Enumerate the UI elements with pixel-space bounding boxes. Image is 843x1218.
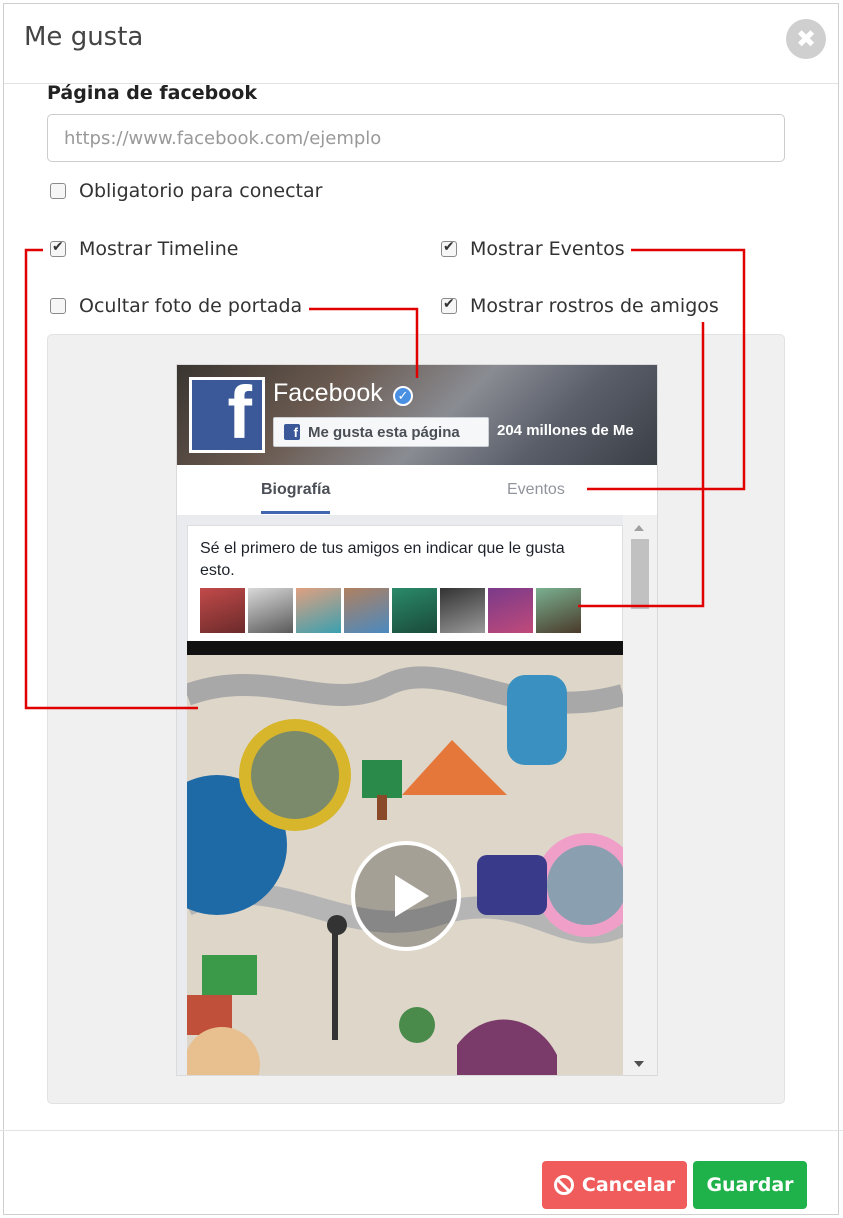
save-button[interactable]: Guardar bbox=[693, 1161, 807, 1209]
friend-avatar[interactable] bbox=[536, 588, 581, 633]
tab-timeline[interactable]: Biografía bbox=[261, 481, 331, 514]
post-video-thumbnail[interactable] bbox=[187, 655, 623, 1075]
checkbox-show-events-label: Mostrar Eventos bbox=[470, 238, 625, 260]
scroll-up-icon[interactable] bbox=[634, 525, 644, 531]
like-page-label: Me gusta esta página bbox=[308, 423, 460, 441]
facebook-logo-icon: f bbox=[189, 377, 265, 453]
checkbox-hide-cover-box[interactable] bbox=[50, 298, 66, 314]
verified-badge-icon: ✓ bbox=[393, 386, 413, 406]
checkbox-show-faces-label: Mostrar rostros de amigos bbox=[470, 295, 719, 317]
post-header-bar bbox=[187, 641, 623, 655]
friend-avatar[interactable] bbox=[296, 588, 341, 633]
checkbox-required-label: Obligatorio para conectar bbox=[79, 180, 323, 202]
play-icon bbox=[395, 875, 429, 917]
play-video-button[interactable] bbox=[351, 841, 461, 951]
plugin-tabs: Biografía Eventos bbox=[177, 465, 657, 515]
friend-avatar[interactable] bbox=[344, 588, 389, 633]
friend-avatar[interactable] bbox=[248, 588, 293, 633]
checkbox-required-box[interactable] bbox=[50, 183, 66, 199]
hide-cover-checkbox[interactable]: Ocultar foto de portada bbox=[50, 295, 302, 317]
modal-footer: Cancelar Guardar bbox=[0, 1130, 843, 1212]
page-url-label: Página de facebook bbox=[47, 82, 257, 104]
facebook-small-icon: f bbox=[284, 424, 300, 440]
ban-icon bbox=[553, 1175, 574, 1195]
checkbox-show-events-box[interactable] bbox=[441, 239, 457, 257]
facebook-page-plugin: f Facebook ✓ f Me gusta esta página 204 … bbox=[176, 364, 658, 1076]
show-faces-checkbox[interactable]: Mostrar rostros de amigos bbox=[441, 295, 719, 317]
friend-avatar[interactable] bbox=[200, 588, 245, 633]
close-icon[interactable]: ✖ bbox=[786, 19, 826, 59]
friend-faces bbox=[200, 588, 581, 633]
friends-card: Sé el primero de tus amigos en indicar q… bbox=[187, 525, 623, 643]
page-url-input[interactable] bbox=[47, 114, 785, 162]
friends-text: Sé el primero de tus amigos en indicar q… bbox=[200, 540, 565, 579]
modal-header: Me gusta ✖ bbox=[4, 4, 838, 84]
friend-avatar[interactable] bbox=[392, 588, 437, 633]
checkbox-show-faces-box[interactable] bbox=[441, 296, 457, 314]
checkbox-show-timeline-box[interactable] bbox=[50, 239, 66, 257]
tab-events[interactable]: Eventos bbox=[507, 481, 565, 499]
modal-title: Me gusta bbox=[24, 22, 144, 52]
checkbox-hide-cover-label: Ocultar foto de portada bbox=[79, 295, 303, 317]
cancel-label: Cancelar bbox=[581, 1174, 676, 1196]
show-timeline-checkbox[interactable]: Mostrar Timeline bbox=[50, 238, 238, 260]
plugin-scrollbar[interactable] bbox=[623, 515, 657, 1075]
timeline-feed: Sé el primero de tus amigos en indicar q… bbox=[177, 515, 657, 1075]
cover-photo: f Facebook ✓ f Me gusta esta página 204 … bbox=[177, 365, 657, 465]
cancel-button[interactable]: Cancelar bbox=[542, 1161, 687, 1209]
required-checkbox[interactable]: Obligatorio para conectar bbox=[50, 180, 322, 202]
like-page-button[interactable]: f Me gusta esta página bbox=[273, 417, 489, 447]
show-events-checkbox[interactable]: Mostrar Eventos bbox=[441, 238, 625, 260]
page-name[interactable]: Facebook bbox=[273, 379, 383, 408]
likes-count: 204 millones de Me bbox=[497, 422, 634, 439]
scroll-down-icon[interactable] bbox=[634, 1061, 644, 1067]
friend-avatar[interactable] bbox=[440, 588, 485, 633]
friend-avatar[interactable] bbox=[488, 588, 533, 633]
scroll-thumb[interactable] bbox=[631, 539, 649, 609]
checkbox-show-timeline-label: Mostrar Timeline bbox=[79, 238, 239, 260]
